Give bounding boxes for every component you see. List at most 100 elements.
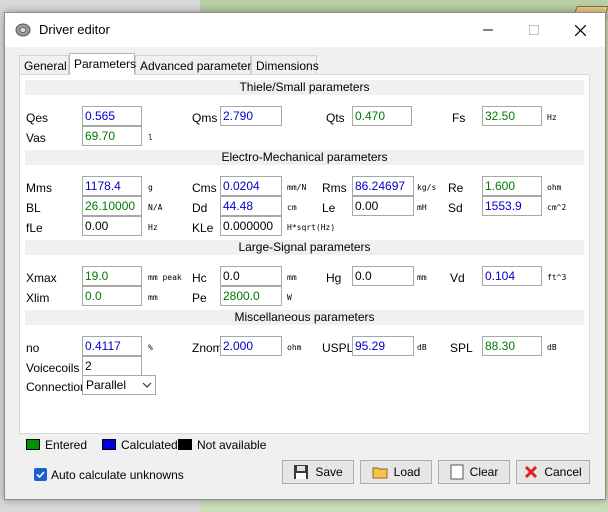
dd-unit: cm [287,203,297,212]
pe-label: Pe [192,291,207,305]
title-bar[interactable]: Driver editor [5,13,605,47]
qms-label: Qms [192,111,218,125]
legend-calculated-label: Calculated [121,438,178,452]
tab-parameters-label: Parameters [74,57,137,71]
vd-field[interactable]: 0.104 [482,266,542,286]
re-field[interactable]: 1.600 [482,176,542,196]
uspl-field[interactable]: 95.29 [352,336,414,356]
hg-field[interactable]: 0.0 [352,266,414,286]
tab-general[interactable]: General [19,55,69,74]
section-thiele-small: Thiele/Small parameters [25,80,584,95]
driver-editor-window: Driver editor General Parameters Advance… [4,12,606,500]
xmax-field[interactable]: 19.0 [82,266,142,286]
auto-calculate-checkbox[interactable] [34,468,47,481]
cms-label: Cms [192,181,217,195]
voicecoils-field[interactable]: 2 [82,356,142,376]
bl-label: BL [26,201,41,215]
qes-field[interactable]: 0.565 [82,106,142,126]
cms-unit: mm/N [287,183,307,192]
tab-parameters[interactable]: Parameters [69,53,137,75]
connection-select[interactable]: Parallel [82,375,156,395]
re-unit: ohm [547,183,562,192]
hc-label: Hc [192,271,207,285]
kle-unit: H*sqrt(Hz) [287,223,336,232]
hg-label: Hg [326,271,342,285]
fle-field[interactable]: 0.00 [82,216,142,236]
cms-field[interactable]: 0.0204 [220,176,282,196]
blank-page-icon [450,464,464,480]
mms-label: Mms [26,181,52,195]
clear-button-label: Clear [469,465,499,479]
mms-field[interactable]: 1178.4 [82,176,142,196]
no-label: no [26,341,40,355]
red-x-icon [525,465,538,479]
le-field[interactable]: 0.00 [352,196,414,216]
parameters-panel: Thiele/Small parameters Qes 0.565 Qms 2.… [19,74,590,434]
xlim-field[interactable]: 0.0 [82,286,142,306]
xlim-label: Xlim [26,291,50,305]
legend-calculated-swatch [102,439,116,450]
legend-entered-swatch [26,439,40,450]
sd-unit: cm^2 [547,203,567,212]
no-field[interactable]: 0.4117 [82,336,142,356]
close-icon [574,24,586,36]
znom-label: Znom [192,341,223,355]
sd-field[interactable]: 1553.9 [482,196,542,216]
auto-calculate-label: Auto calculate unknowns [51,468,184,482]
legend-not-available-swatch [178,439,192,450]
tab-advanced-parameters[interactable]: Advanced parameters [135,55,257,74]
checkmark-icon [36,471,45,479]
uspl-unit: dB [417,343,427,352]
le-unit: mH [417,203,427,212]
fle-label: fLe [26,221,43,235]
bl-unit: N/A [148,203,163,212]
section-electro-mechanical: Electro-Mechanical parameters [25,150,584,165]
qts-field[interactable]: 0.470 [352,106,412,126]
dd-field[interactable]: 44.48 [220,196,282,216]
cancel-button[interactable]: Cancel [516,460,590,484]
znom-field[interactable]: 2.000 [220,336,282,356]
folder-icon [372,467,388,479]
legend-entered-label: Entered [45,438,88,452]
uspl-label: USPL [322,341,354,355]
qts-label: Qts [326,111,345,125]
bl-field[interactable]: 26.10000 [82,196,142,216]
load-button[interactable]: Load [360,460,432,484]
kle-field[interactable]: 0.000000 [220,216,282,236]
vas-label: Vas [26,131,46,145]
section-miscellaneous: Miscellaneous parameters [25,310,584,325]
mms-unit: g [148,183,153,192]
vas-unit: l [148,133,153,142]
tab-advanced-parameters-label: Advanced parameters [140,59,258,73]
rms-label: Rms [322,181,347,195]
clear-button[interactable]: Clear [438,460,510,484]
sd-label: Sd [448,201,463,215]
floppy-disk-icon [294,465,309,479]
chevron-down-icon [142,382,152,388]
save-button[interactable]: Save [282,460,354,484]
pe-field[interactable]: 2800.0 [220,286,282,306]
xlim-unit: mm [148,293,158,302]
pe-unit: W [287,293,292,302]
rms-field[interactable]: 86.24697 [352,176,414,196]
tab-dimensions-label: Dimensions [256,59,319,73]
fs-field[interactable]: 32.50 [482,106,542,126]
xmax-label: Xmax [26,271,57,285]
window-title: Driver editor [39,22,110,37]
minimize-icon [483,29,493,31]
vd-unit: ft^3 [547,273,567,282]
tab-dimensions[interactable]: Dimensions [251,55,319,74]
connection-label: Connection [26,380,87,394]
close-button[interactable] [557,13,603,47]
hc-field[interactable]: 0.0 [220,266,282,286]
vd-label: Vd [450,271,465,285]
maximize-button[interactable] [511,13,557,47]
fs-unit: Hz [547,113,557,122]
kle-label: KLe [192,221,214,235]
vas-field[interactable]: 69.70 [82,126,142,146]
qms-field[interactable]: 2.790 [220,106,282,126]
spl-field[interactable]: 88.30 [482,336,542,356]
qes-label: Qes [26,111,49,125]
minimize-button[interactable] [465,13,511,47]
fle-unit: Hz [148,223,158,232]
